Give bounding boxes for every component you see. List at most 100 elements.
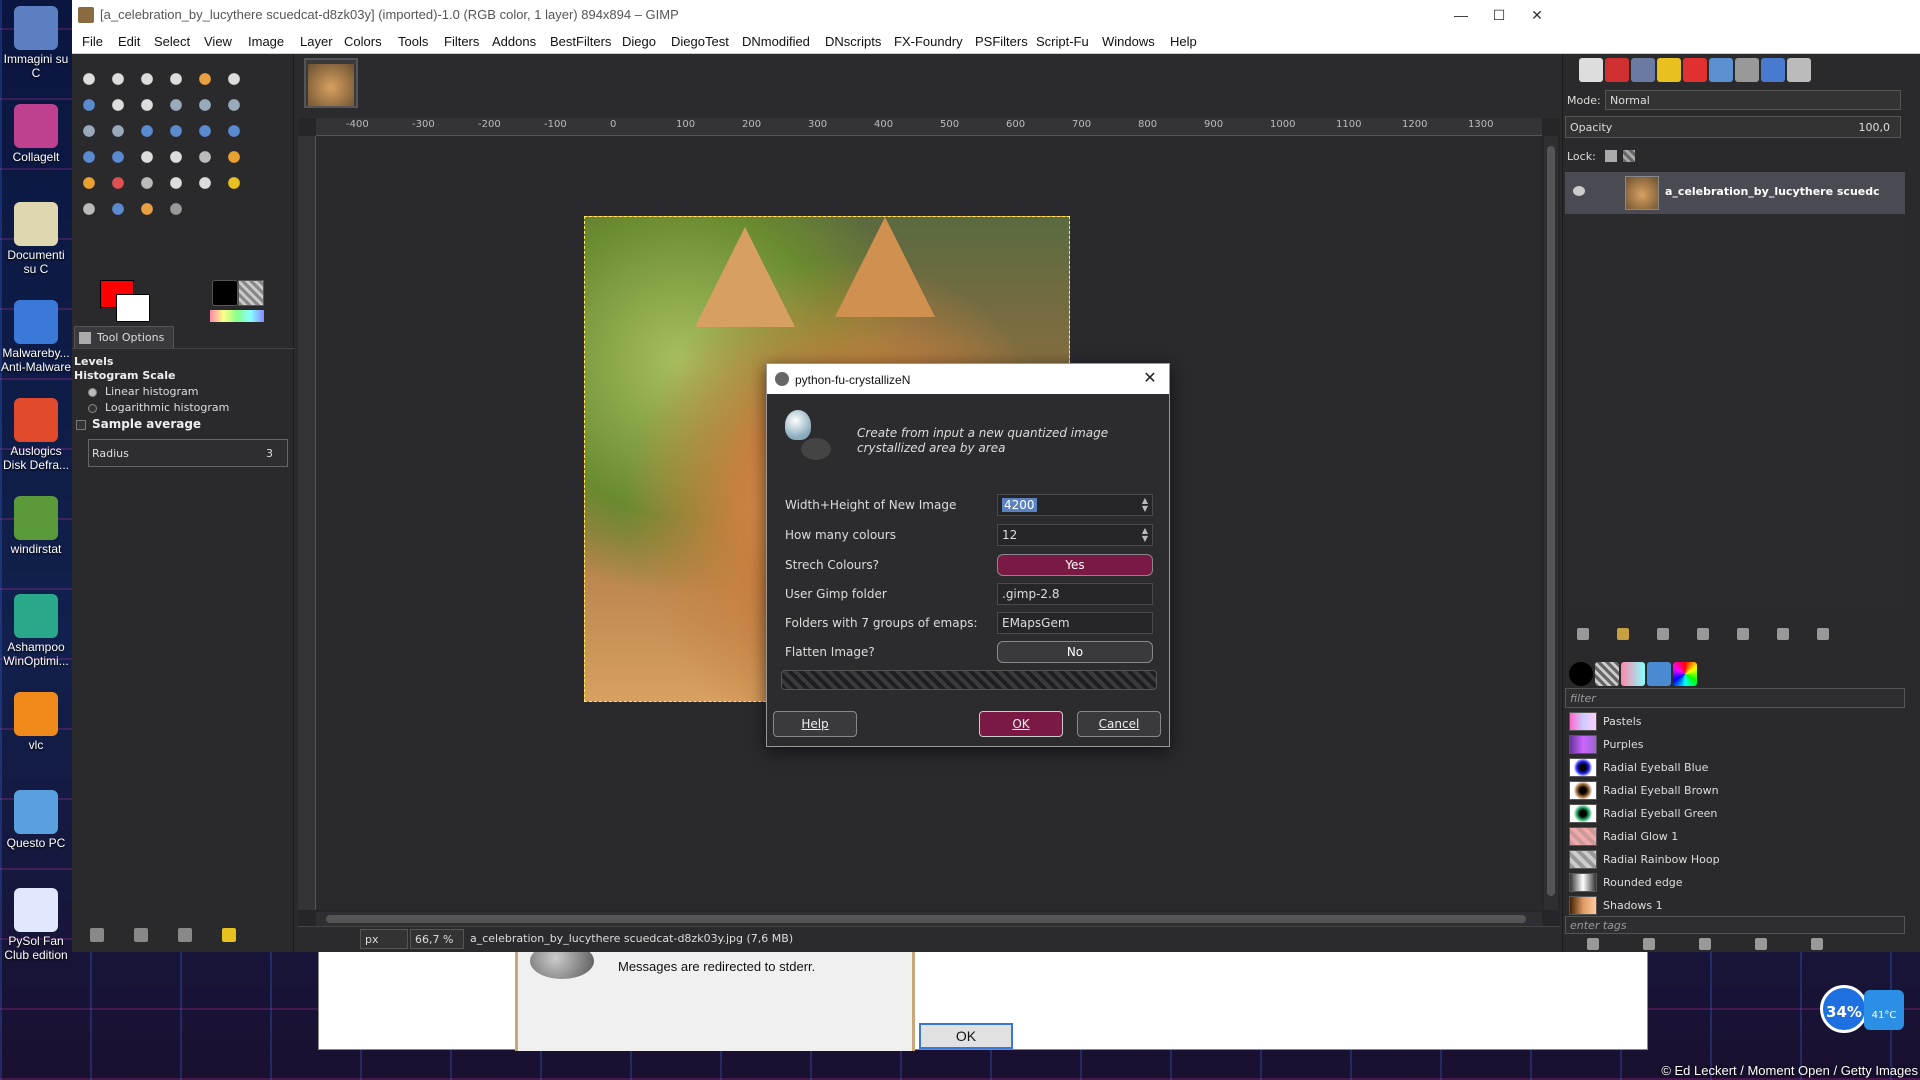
pencil-tool-icon[interactable] (223, 146, 245, 168)
fonts-tab-icon[interactable] (1647, 662, 1671, 686)
lock-alpha-icon[interactable] (1623, 150, 1635, 162)
image-tab[interactable] (304, 58, 358, 108)
reset-options-icon[interactable] (222, 928, 236, 942)
horizontal-scrollbar[interactable] (316, 912, 1542, 926)
menu-fx-foundry[interactable]: FX-Foundry (894, 34, 963, 49)
cage-transform-tool-icon[interactable] (107, 146, 129, 168)
airbrush-tool-icon[interactable] (136, 172, 158, 194)
raise-layer-icon[interactable] (1657, 628, 1669, 640)
channels-tab-icon[interactable] (1605, 58, 1629, 82)
help-button[interactable]: Help (773, 711, 857, 737)
patterns-tab-icon[interactable] (1595, 662, 1619, 686)
zoom-tool-icon[interactable] (165, 94, 187, 116)
close-button[interactable]: ✕ (1522, 4, 1552, 26)
logarithmic-histogram-radio[interactable]: Logarithmic histogram (88, 401, 229, 414)
spin-input[interactable]: 4200 ▲ ▼ (997, 494, 1153, 516)
desktop-icon[interactable]: Immagini su C (0, 6, 72, 80)
shear-tool-icon[interactable] (194, 120, 216, 142)
toggle-button[interactable]: Yes (997, 554, 1153, 576)
paths-tool-icon[interactable] (107, 94, 129, 116)
spin-arrows-icon[interactable]: ▲ ▼ (1142, 497, 1148, 513)
scissors-select-tool-icon[interactable] (223, 68, 245, 90)
move-tool-icon[interactable] (223, 94, 245, 116)
bucket-fill-tool-icon[interactable] (165, 146, 187, 168)
palettes-tab-icon[interactable] (1673, 662, 1697, 686)
eraser-tool-icon[interactable] (107, 172, 129, 194)
text-input[interactable]: .gimp-2.8 (997, 583, 1153, 605)
horizontal-ruler[interactable]: -400 -300 -200 -100 0 100 200 300 400 500 600 700 80… (316, 118, 1542, 136)
visibility-eye-icon[interactable] (1573, 186, 1585, 196)
color-picker-tool-icon[interactable] (136, 94, 158, 116)
scrollbar-thumb[interactable] (326, 915, 1526, 923)
desktop-icon[interactable]: Collagelt (0, 104, 72, 164)
cancel-button[interactable]: Cancel (1077, 711, 1161, 737)
blend-tool-icon[interactable] (194, 146, 216, 168)
layer-row[interactable]: a_celebration_by_lucythere scuedc (1565, 172, 1905, 214)
gradient-list-item[interactable]: Radial Rainbow Hoop (1565, 848, 1905, 871)
ink-tool-icon[interactable] (165, 172, 187, 194)
clone-tool-icon[interactable] (194, 172, 216, 194)
align-tool-icon[interactable] (78, 120, 100, 142)
scrollbar-thumb[interactable] (1547, 146, 1555, 896)
radius-spinner[interactable]: Radius 3 (88, 439, 288, 467)
color-select-tool-icon[interactable] (194, 68, 216, 90)
dodge-burn-tool-icon[interactable] (165, 198, 187, 220)
menu-file[interactable]: File (82, 34, 103, 49)
save-options-icon[interactable] (90, 928, 104, 942)
minimize-button[interactable]: — (1446, 4, 1476, 26)
navigation-tab-icon[interactable] (1761, 58, 1785, 82)
lower-layer-icon[interactable] (1697, 628, 1709, 640)
brushes-tab-icon[interactable] (1569, 662, 1593, 686)
new-layer-icon[interactable] (1577, 628, 1589, 640)
gradient-list-item[interactable]: Shadows 1 (1565, 894, 1905, 917)
desktop-icon[interactable]: Auslogics Disk Defra... (0, 398, 72, 472)
cpu-usage-badge[interactable]: 34% (1820, 985, 1868, 1033)
vertical-ruler[interactable] (298, 136, 316, 910)
spin-input[interactable]: 12 ▲ ▼ (997, 524, 1153, 546)
tags-input[interactable]: enter tags (1565, 916, 1905, 934)
message-ok-button[interactable]: OK (919, 1023, 1013, 1049)
pattern-preview[interactable] (238, 280, 264, 306)
dialog-close-button[interactable]: ✕ (1139, 368, 1161, 390)
layer-mode-select[interactable]: Normal (1605, 90, 1901, 110)
delete-options-icon[interactable] (178, 928, 192, 942)
anchor-layer-icon[interactable] (1777, 628, 1789, 640)
gradient-list-item[interactable]: Purples (1565, 733, 1905, 756)
menu-windows[interactable]: Windows (1102, 34, 1155, 49)
smudge-tool-icon[interactable] (136, 198, 158, 220)
rect-select-tool-icon[interactable] (78, 68, 100, 90)
histogram-tab-icon[interactable] (1787, 58, 1811, 82)
window-titlebar[interactable]: [a_celebration_by_lucythere scuedcat-d8z… (72, 0, 1920, 30)
sample-average-checkbox[interactable]: Sample average (76, 417, 201, 431)
unit-select[interactable]: px (360, 929, 408, 949)
gradient-list-item[interactable]: Radial Eyeball Blue (1565, 756, 1905, 779)
menu-colors[interactable]: Colors (344, 34, 382, 49)
scale-tool-icon[interactable] (165, 120, 187, 142)
foreground-select-tool-icon[interactable] (78, 94, 100, 116)
refresh-gradients-icon[interactable] (1811, 938, 1823, 950)
menu-diego[interactable]: Diego (622, 34, 656, 49)
brush-preview[interactable] (212, 280, 238, 306)
new-layer-group-icon[interactable] (1617, 628, 1629, 640)
desktop-icon[interactable]: vlc (0, 692, 72, 752)
edit-gradient-icon[interactable] (1587, 938, 1599, 950)
maximize-button[interactable]: ☐ (1484, 4, 1514, 26)
rotate-tool-icon[interactable] (136, 120, 158, 142)
menu-help[interactable]: Help (1170, 34, 1197, 49)
blur-tool-icon[interactable] (107, 198, 129, 220)
gradient-list-item[interactable]: Pastels (1565, 710, 1905, 733)
menu-dnscripts[interactable]: DNscripts (825, 34, 881, 49)
fuzzy-select-tool-icon[interactable] (165, 68, 187, 90)
linear-histogram-radio[interactable]: Linear histogram (88, 385, 198, 398)
delete-gradient-icon[interactable] (1755, 938, 1767, 950)
new-gradient-icon[interactable] (1643, 938, 1655, 950)
gradient-list-item[interactable]: Radial Glow 1 (1565, 825, 1905, 848)
toggle-button[interactable]: No (997, 641, 1153, 663)
menu-psfilters[interactable]: PSFilters (975, 34, 1028, 49)
delete-layer-icon[interactable] (1817, 628, 1829, 640)
ellipse-select-tool-icon[interactable] (107, 68, 129, 90)
menu-diegotest[interactable]: DiegoTest (671, 34, 729, 49)
menu-edit[interactable]: Edit (118, 34, 140, 49)
desktop-icon[interactable]: PySol Fan Club edition (0, 888, 72, 962)
opacity-slider[interactable]: Opacity 100,0 (1565, 116, 1901, 138)
